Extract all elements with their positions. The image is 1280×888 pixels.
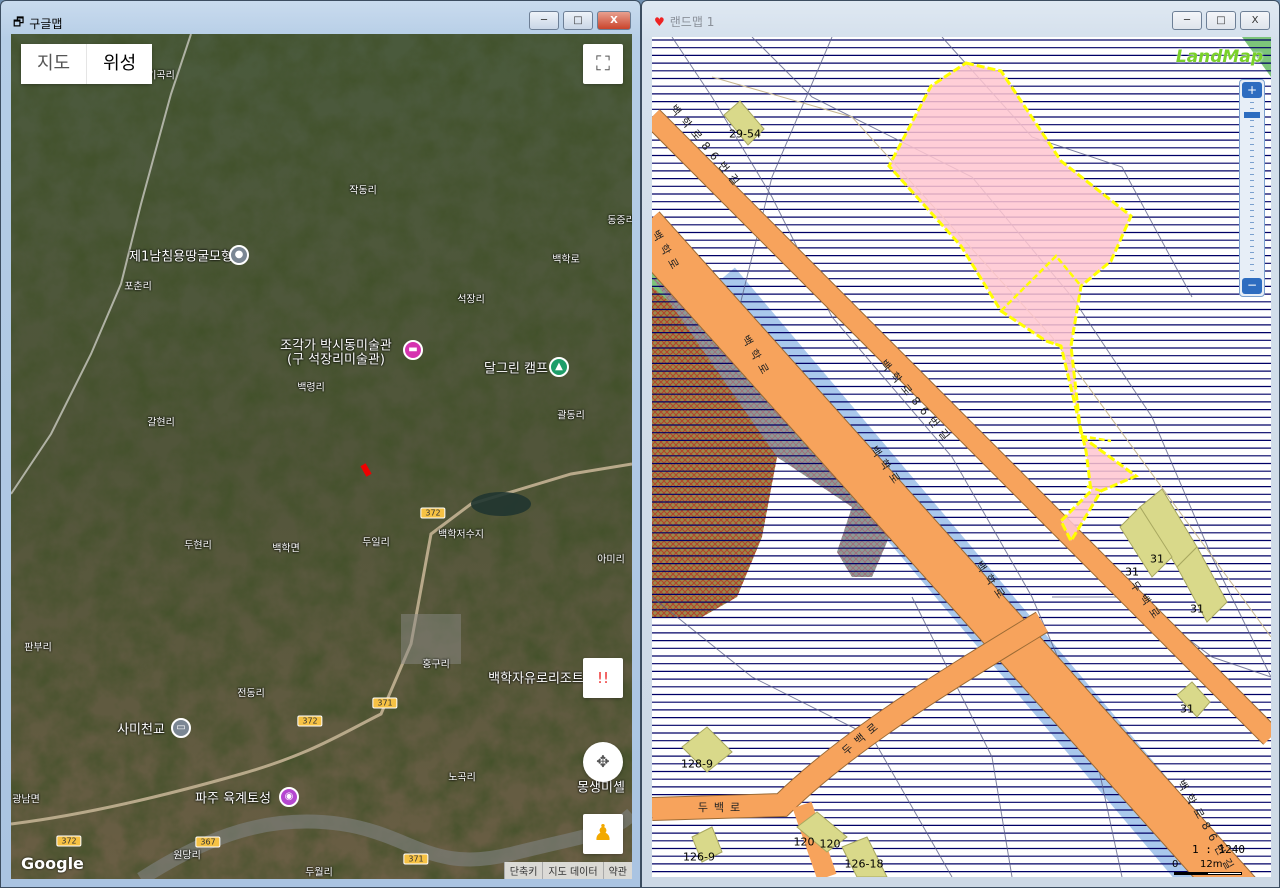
place-label[interactable]: 백학면 xyxy=(272,540,300,555)
road-label: 두백로 xyxy=(697,801,747,814)
place-label[interactable]: 판부리 xyxy=(24,639,52,654)
place-label[interactable]: 홍구리 xyxy=(422,656,450,671)
place-label[interactable]: 괄동리 xyxy=(557,407,585,422)
scale-bar xyxy=(1174,872,1242,875)
place-label[interactable]: 광남면 xyxy=(12,791,40,806)
place-label[interactable]: 작동리 xyxy=(349,182,377,197)
scale-zero: 0 xyxy=(1172,859,1179,870)
place-label[interactable]: 백학자유로리조트 xyxy=(488,668,584,687)
place-label[interactable]: 두월리 xyxy=(305,864,333,879)
zoom-out-button[interactable]: − xyxy=(1242,278,1262,294)
route-shield: 371 xyxy=(372,697,398,709)
minimize-button[interactable]: ─ xyxy=(529,11,559,30)
window-title: 🗗 구글맵 xyxy=(13,13,62,34)
place-label[interactable]: 백령리 xyxy=(297,379,325,394)
landmap-app-icon: ♥ xyxy=(654,14,665,29)
bridge-pin-icon[interactable]: ▭ xyxy=(171,718,191,738)
place-label[interactable]: 동중리 xyxy=(607,212,632,227)
parcel-label: 126-9 xyxy=(683,850,715,864)
road-dubaek-ro xyxy=(652,612,1048,820)
place-label[interactable]: 두현리 xyxy=(184,537,212,552)
parcel-label: 128-9 xyxy=(681,757,713,771)
parcel-label: 126-18 xyxy=(844,857,884,871)
scale-ratio: 1 : 1240 xyxy=(1192,843,1245,856)
historic-site-pin-icon[interactable]: ◉ xyxy=(279,787,299,807)
place-label[interactable]: 전동리 xyxy=(237,685,265,700)
terms-link[interactable]: 약관 xyxy=(602,862,632,879)
zoom-slider-handle[interactable] xyxy=(1244,112,1260,118)
museum-pin-icon[interactable]: ▬ xyxy=(403,340,423,360)
place-label[interactable]: 노곡리 xyxy=(448,769,476,784)
close-button[interactable]: X xyxy=(597,11,631,30)
place-label[interactable]: 제1남침용땅굴모형 xyxy=(129,246,233,265)
shortcuts-link[interactable]: 단축키 xyxy=(503,862,543,879)
place-label[interactable]: 원당리 xyxy=(173,847,201,862)
scale-distance: 12m xyxy=(1200,859,1223,870)
report-button[interactable]: !! xyxy=(583,658,623,698)
parcel-label: 120 xyxy=(819,837,841,851)
cadastral-map-drawing xyxy=(652,37,1271,877)
zoom-control: + − xyxy=(1239,79,1265,297)
landmark-pin-icon[interactable]: ● xyxy=(229,245,249,265)
maximize-button[interactable]: □ xyxy=(1206,11,1236,30)
close-button[interactable]: X xyxy=(1240,11,1270,30)
parcel-label: 29-54 xyxy=(729,127,761,141)
map-footer: 단축키 지도 데이터 약관 xyxy=(503,862,632,879)
pegman-button[interactable]: ♟ xyxy=(583,814,623,854)
campground-pin-icon[interactable]: ▲ xyxy=(549,357,569,377)
place-label[interactable]: 백학로 xyxy=(552,251,580,266)
place-label[interactable]: (구 석장리미술관) xyxy=(287,349,385,368)
zoom-in-button[interactable]: + xyxy=(1242,82,1262,98)
cadastral-map[interactable]: 29-54 31 31 31 31 128-9 126-9 120 120 126-18 백학로 백학… xyxy=(652,37,1271,877)
place-label[interactable]: 백학저수지 xyxy=(438,526,484,541)
landmap-logo: LandMap xyxy=(1175,47,1263,67)
route-shield: 372 xyxy=(420,507,446,519)
google-logo: Google xyxy=(21,854,84,873)
place-label[interactable]: 파주 육계토성 xyxy=(195,788,271,807)
map-data-link[interactable]: 지도 데이터 xyxy=(542,862,603,879)
place-label[interactable]: 사미천교 xyxy=(117,719,165,738)
camera-control-button[interactable]: ✥ xyxy=(583,742,623,782)
route-shield: 371 xyxy=(403,853,429,865)
maximize-button[interactable]: □ xyxy=(563,11,593,30)
map-type-control: 지도 위성 xyxy=(21,44,153,84)
google-map-window: 🗗 구글맵 ─ □ X 기곡리 작동리 제1남침용땅굴모형 포춘리 석장리 백학로 조각가 박… xyxy=(0,0,641,888)
minimize-button[interactable]: ─ xyxy=(1172,11,1202,30)
parcel-label: 31 xyxy=(1150,552,1164,566)
satellite-imagery xyxy=(11,34,632,879)
place-label[interactable]: 달그린 캠프 xyxy=(484,358,548,377)
place-label[interactable]: 포춘리 xyxy=(124,278,152,293)
place-label[interactable]: 아미리 xyxy=(597,551,625,566)
fullscreen-icon: ⛶ xyxy=(596,51,610,75)
window-title: ♥ 랜드맵 1 xyxy=(654,14,715,30)
parcel-label: 120 xyxy=(793,835,815,849)
place-label[interactable]: 갈현리 xyxy=(147,414,175,429)
zoom-slider[interactable] xyxy=(1250,102,1254,272)
pan-arrows-icon: ✥ xyxy=(596,752,610,771)
place-label[interactable]: 두일리 xyxy=(362,534,390,549)
landmap-window: ♥ 랜드맵 1 ─ □ X 29-54 31 31 31 31 128-9 12… xyxy=(641,0,1280,888)
route-shield: 372 xyxy=(297,715,323,727)
parcel-label: 31 xyxy=(1190,602,1204,616)
fullscreen-button[interactable]: ⛶ xyxy=(583,44,623,84)
route-shield: 372 xyxy=(56,835,82,847)
satellite-map[interactable]: 기곡리 작동리 제1남침용땅굴모형 포춘리 석장리 백학로 조각가 박시동미술관 (구 석장리… xyxy=(11,34,632,879)
map-type-map-button[interactable]: 지도 xyxy=(21,44,87,84)
route-shield: 367 xyxy=(195,836,221,848)
place-label[interactable]: 석장리 xyxy=(457,291,485,306)
map-type-satellite-button[interactable]: 위성 xyxy=(86,44,153,84)
app-icon: 🗗 xyxy=(13,15,25,29)
pegman-icon: ♟ xyxy=(593,821,613,846)
parcel-label: 31 xyxy=(1180,702,1194,716)
parcel-label: 31 xyxy=(1125,565,1139,579)
